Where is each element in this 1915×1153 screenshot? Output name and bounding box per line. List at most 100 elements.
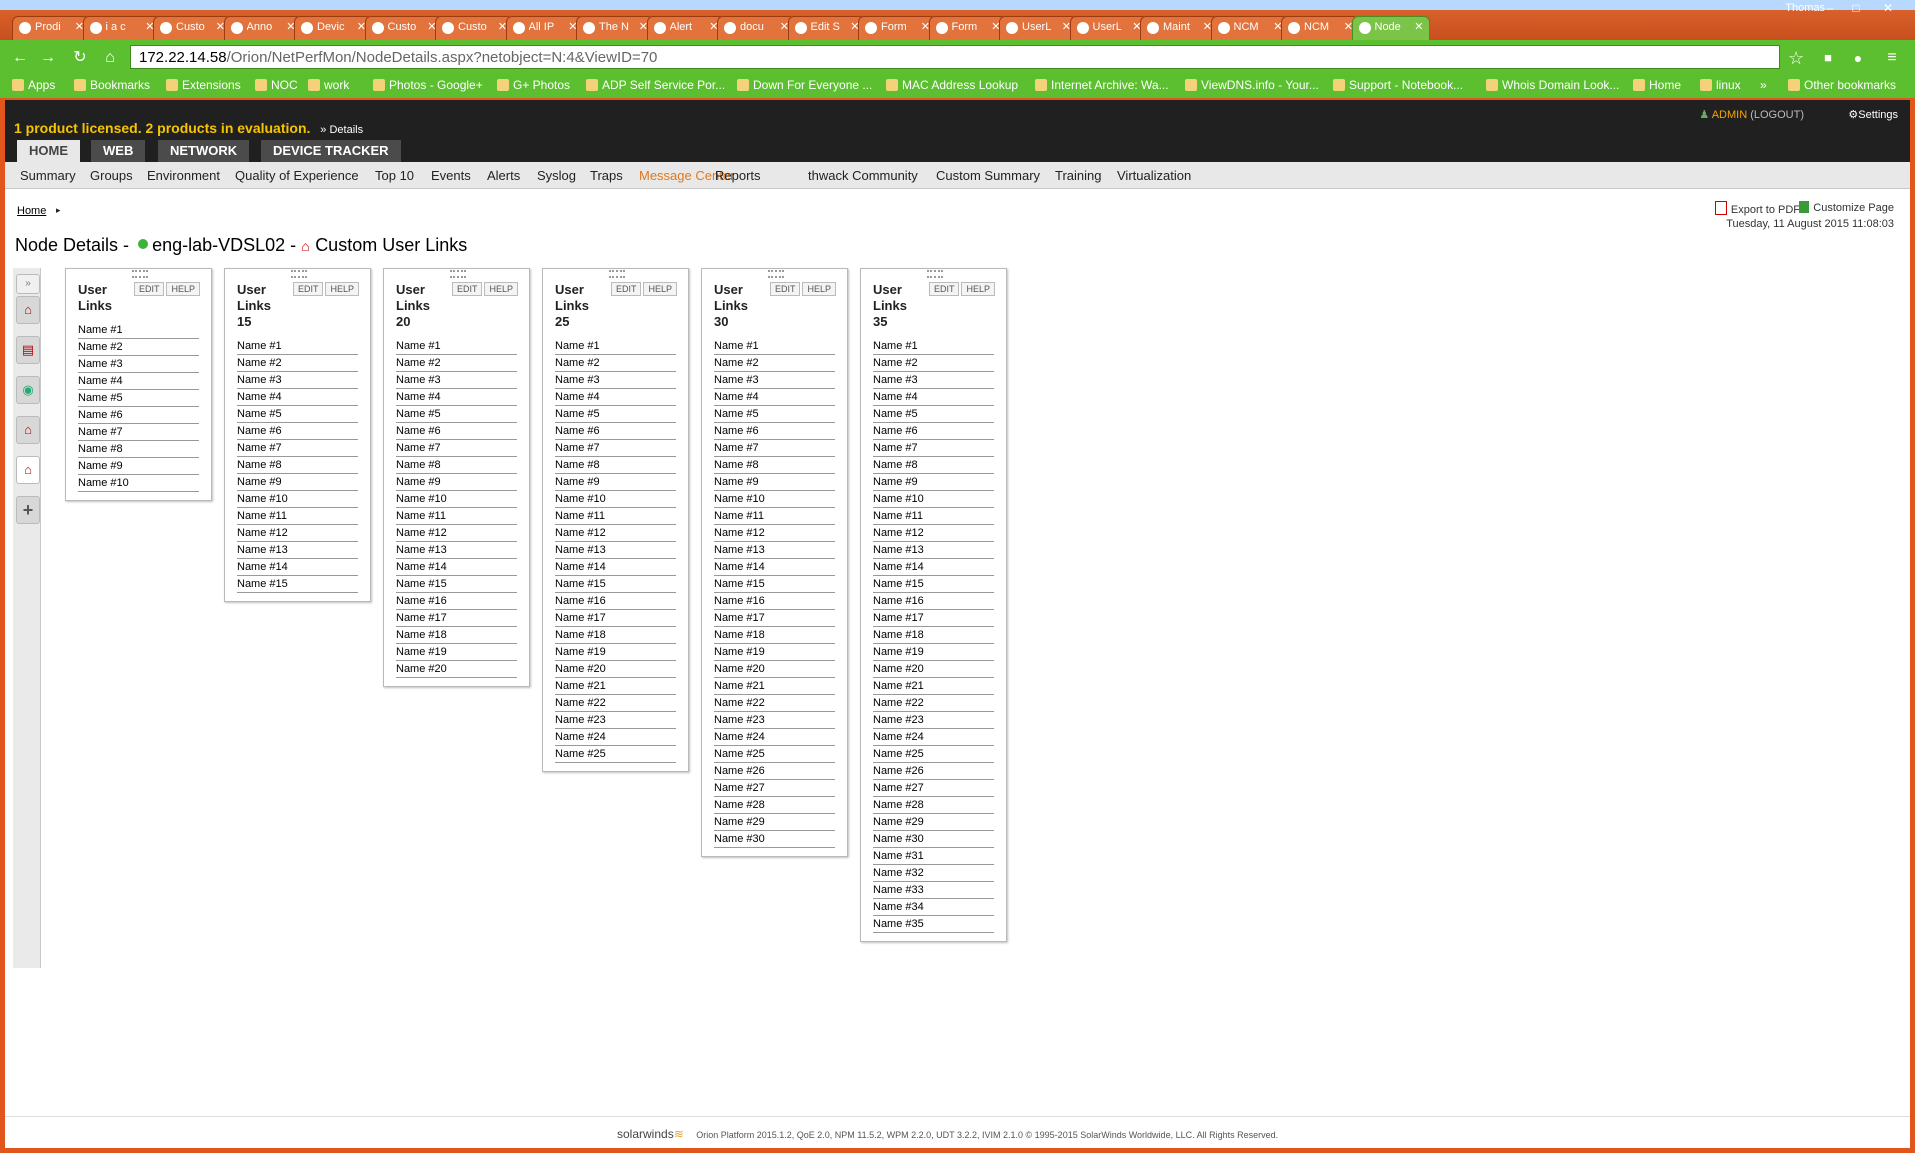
expand-toolbar-icon[interactable]: »: [16, 274, 40, 294]
chart-view-icon[interactable]: ▤: [16, 336, 40, 364]
user-link-item[interactable]: Name #5: [873, 406, 994, 423]
user-link-item[interactable]: Name #8: [714, 457, 835, 474]
user-link-item[interactable]: Name #13: [237, 542, 358, 559]
user-link-item[interactable]: Name #31: [873, 848, 994, 865]
menu-item[interactable]: Syslog: [537, 168, 576, 183]
top-tab[interactable]: DEVICE TRACKER: [261, 140, 401, 162]
user-link-item[interactable]: Name #11: [555, 508, 676, 525]
user-link-item[interactable]: Name #6: [78, 407, 199, 424]
bookmark-item[interactable]: Internet Archive: Wa...: [1035, 78, 1169, 92]
user-link-item[interactable]: Name #21: [714, 678, 835, 695]
browser-tab[interactable]: Node ✕: [1351, 16, 1430, 40]
menu-item[interactable]: Groups: [90, 168, 133, 183]
browser-tab[interactable]: Custo ✕: [435, 16, 513, 40]
user-link-item[interactable]: Name #5: [78, 390, 199, 407]
browser-tab[interactable]: All IP ✕: [505, 16, 584, 40]
browser-tab[interactable]: Form ✕: [928, 16, 1007, 40]
user-link-item[interactable]: Name #12: [237, 525, 358, 542]
user-link-item[interactable]: Name #11: [237, 508, 358, 525]
menu-icon[interactable]: ≡: [1882, 48, 1902, 68]
user-link-item[interactable]: Name #30: [714, 831, 835, 848]
user-link-item[interactable]: Name #5: [555, 406, 676, 423]
user-link-item[interactable]: Name #13: [396, 542, 517, 559]
user-link-item[interactable]: Name #8: [237, 457, 358, 474]
node-name[interactable]: eng-lab-VDSL02: [152, 235, 285, 255]
reload-icon[interactable]: ↻: [70, 48, 90, 68]
user-link-item[interactable]: Name #23: [873, 712, 994, 729]
edit-button[interactable]: EDIT: [292, 282, 324, 296]
user-link-item[interactable]: Name #18: [396, 627, 517, 644]
user-link-item[interactable]: Name #4: [78, 373, 199, 390]
user-link-item[interactable]: Name #15: [396, 576, 517, 593]
user-link-item[interactable]: Name #13: [714, 542, 835, 559]
user-link-item[interactable]: Name #7: [873, 440, 994, 457]
user-link-item[interactable]: Name #4: [555, 389, 676, 406]
browser-tab[interactable]: The N ✕: [576, 16, 654, 40]
user-link-item[interactable]: Name #1: [555, 338, 676, 355]
user-link-item[interactable]: Name #9: [78, 458, 199, 475]
edit-button[interactable]: EDIT: [928, 282, 960, 296]
user-link-item[interactable]: Name #8: [78, 441, 199, 458]
user-link-item[interactable]: Name #5: [396, 406, 517, 423]
menu-item[interactable]: Traps: [590, 168, 623, 183]
user-link-item[interactable]: Name #22: [555, 695, 676, 712]
user-link-item[interactable]: Name #7: [714, 440, 835, 457]
user-link-item[interactable]: Name #2: [873, 355, 994, 372]
export-pdf-button[interactable]: Export to PDF: [1714, 201, 1800, 216]
bookmark-item[interactable]: ViewDNS.info - Your...: [1185, 78, 1319, 92]
user-link-item[interactable]: Name #20: [714, 661, 835, 678]
user-link-item[interactable]: Name #4: [714, 389, 835, 406]
user-link-item[interactable]: Name #3: [237, 372, 358, 389]
user-link-item[interactable]: Name #30: [873, 831, 994, 848]
user-link-item[interactable]: Name #25: [555, 746, 676, 763]
user-link-item[interactable]: Name #13: [873, 542, 994, 559]
user-link-item[interactable]: Name #1: [714, 338, 835, 355]
user-link-item[interactable]: Name #12: [873, 525, 994, 542]
user-link-item[interactable]: Name #2: [714, 355, 835, 372]
user-link-item[interactable]: Name #15: [555, 576, 676, 593]
bookmark-item[interactable]: Bookmarks: [74, 78, 150, 92]
user-link-item[interactable]: Name #3: [873, 372, 994, 389]
bookmark-item[interactable]: »: [1760, 78, 1767, 92]
browser-tab[interactable]: UserL ✕: [999, 16, 1077, 40]
settings-link[interactable]: ⚙Settings: [1848, 108, 1898, 121]
user-link-item[interactable]: Name #5: [714, 406, 835, 423]
user-link-item[interactable]: Name #15: [237, 576, 358, 593]
top-tab[interactable]: NETWORK: [158, 140, 250, 162]
user-link-item[interactable]: Name #11: [714, 508, 835, 525]
close-tab-icon[interactable]: ✕: [1414, 20, 1423, 33]
help-button[interactable]: HELP: [484, 282, 518, 296]
user-link-item[interactable]: Name #2: [78, 339, 199, 356]
bookmark-item[interactable]: MAC Address Lookup: [886, 78, 1018, 92]
user-link-item[interactable]: Name #23: [555, 712, 676, 729]
edit-button[interactable]: EDIT: [769, 282, 801, 296]
browser-tab[interactable]: Edit S ✕: [787, 16, 866, 40]
user-link-item[interactable]: Name #34: [873, 899, 994, 916]
user-link-item[interactable]: Name #21: [873, 678, 994, 695]
browser-tab[interactable]: Maint ✕: [1140, 16, 1218, 40]
address-bar[interactable]: 172.22.14.58/Orion/NetPerfMon/NodeDetail…: [130, 45, 1780, 69]
browser-tab[interactable]: Anno ✕: [223, 16, 302, 40]
minimize-icon[interactable]: ‒: [1818, 0, 1842, 16]
user-link-item[interactable]: Name #19: [714, 644, 835, 661]
user-link-item[interactable]: Name #18: [555, 627, 676, 644]
user-link-item[interactable]: Name #10: [714, 491, 835, 508]
user-link-item[interactable]: Name #6: [873, 423, 994, 440]
bookmark-item[interactable]: Whois Domain Look...: [1486, 78, 1619, 92]
user-link-item[interactable]: Name #16: [714, 593, 835, 610]
user-link-item[interactable]: Name #9: [714, 474, 835, 491]
bookmark-item[interactable]: Extensions: [166, 78, 241, 92]
menu-item[interactable]: Top 10: [375, 168, 414, 183]
hangouts-icon[interactable]: ●: [1848, 48, 1868, 68]
user-link-item[interactable]: Name #3: [396, 372, 517, 389]
menu-item[interactable]: Quality of Experience: [235, 168, 359, 183]
menu-item[interactable]: Summary: [20, 168, 76, 183]
drag-handle-icon[interactable]: [450, 270, 466, 278]
user-link-item[interactable]: Name #32: [873, 865, 994, 882]
user-link-item[interactable]: Name #9: [237, 474, 358, 491]
user-link-item[interactable]: Name #10: [396, 491, 517, 508]
drag-handle-icon[interactable]: [609, 270, 625, 278]
browser-tab[interactable]: NCM ✕: [1281, 16, 1359, 40]
user-link-item[interactable]: Name #19: [555, 644, 676, 661]
user-link-item[interactable]: Name #18: [714, 627, 835, 644]
